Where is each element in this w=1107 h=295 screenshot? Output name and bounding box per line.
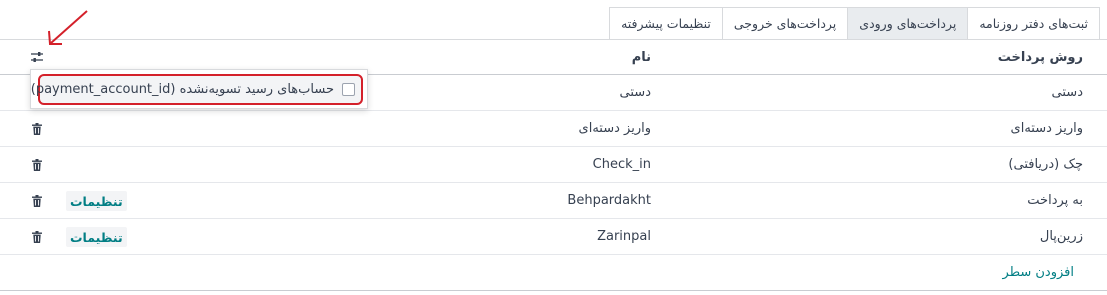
cell-name[interactable]: واریز دسته‌ای: [579, 111, 651, 146]
table-row[interactable]: زرین‌پال Zarinpal تنظیمات: [0, 219, 1107, 255]
settings-button[interactable]: تنظیمات: [66, 191, 127, 211]
column-header-name[interactable]: نام: [632, 40, 651, 74]
trash-icon: [32, 230, 42, 243]
tab-advanced-settings[interactable]: تنظیمات پیشرفته: [609, 7, 723, 39]
optional-column-label: حساب‌های رسید تسویه‌نشده (payment_accoun…: [30, 81, 334, 97]
optional-column-checkbox[interactable]: [342, 82, 355, 96]
cell-payment-method[interactable]: دستی: [1052, 75, 1083, 110]
trash-icon: [32, 122, 42, 135]
optional-columns-dropdown: حساب‌های رسید تسویه‌نشده (payment_accoun…: [30, 69, 368, 109]
delete-row-button[interactable]: [30, 111, 44, 146]
tab-journal-entries[interactable]: ثبت‌های دفتر روزنامه: [967, 7, 1100, 39]
optional-column-item[interactable]: حساب‌های رسید تسویه‌نشده (payment_accoun…: [31, 70, 355, 108]
notebook-tabs: ثبت‌های دفتر روزنامه پرداخت‌های ورودی پر…: [609, 7, 1100, 39]
cell-name[interactable]: Behpardakht: [567, 183, 651, 218]
settings-button[interactable]: تنظیمات: [66, 227, 127, 247]
add-line-link[interactable]: افزودن سطر: [1003, 255, 1074, 290]
cell-name[interactable]: Zarinpal: [597, 219, 651, 254]
cell-name[interactable]: دستی: [620, 75, 651, 110]
table-row[interactable]: واریز دسته‌ای واریز دسته‌ای: [0, 111, 1107, 147]
cell-payment-method[interactable]: چک (دریافتی): [1008, 147, 1083, 182]
table-row[interactable]: به پرداخت Behpardakht تنظیمات: [0, 183, 1107, 219]
tab-incoming-payments[interactable]: پرداخت‌های ورودی: [847, 7, 969, 39]
delete-row-button[interactable]: [30, 219, 44, 254]
delete-row-button[interactable]: [30, 183, 44, 218]
column-header-payment-method[interactable]: روش پرداخت: [998, 40, 1083, 74]
cell-payment-method[interactable]: واریز دسته‌ای: [1011, 111, 1083, 146]
add-line-row: افزودن سطر: [0, 255, 1107, 291]
cell-payment-method[interactable]: زرین‌پال: [1040, 219, 1083, 254]
trash-icon: [32, 158, 42, 171]
delete-row-button[interactable]: [30, 147, 44, 182]
trash-icon: [32, 194, 42, 207]
cell-name[interactable]: Check_in: [593, 147, 651, 182]
cell-payment-method[interactable]: به پرداخت: [1027, 183, 1083, 218]
tab-outgoing-payments[interactable]: پرداخت‌های خروجی: [721, 7, 849, 39]
sliders-icon: [31, 52, 43, 62]
table-row[interactable]: چک (دریافتی) Check_in: [0, 147, 1107, 183]
arrow-icon: [48, 10, 88, 45]
